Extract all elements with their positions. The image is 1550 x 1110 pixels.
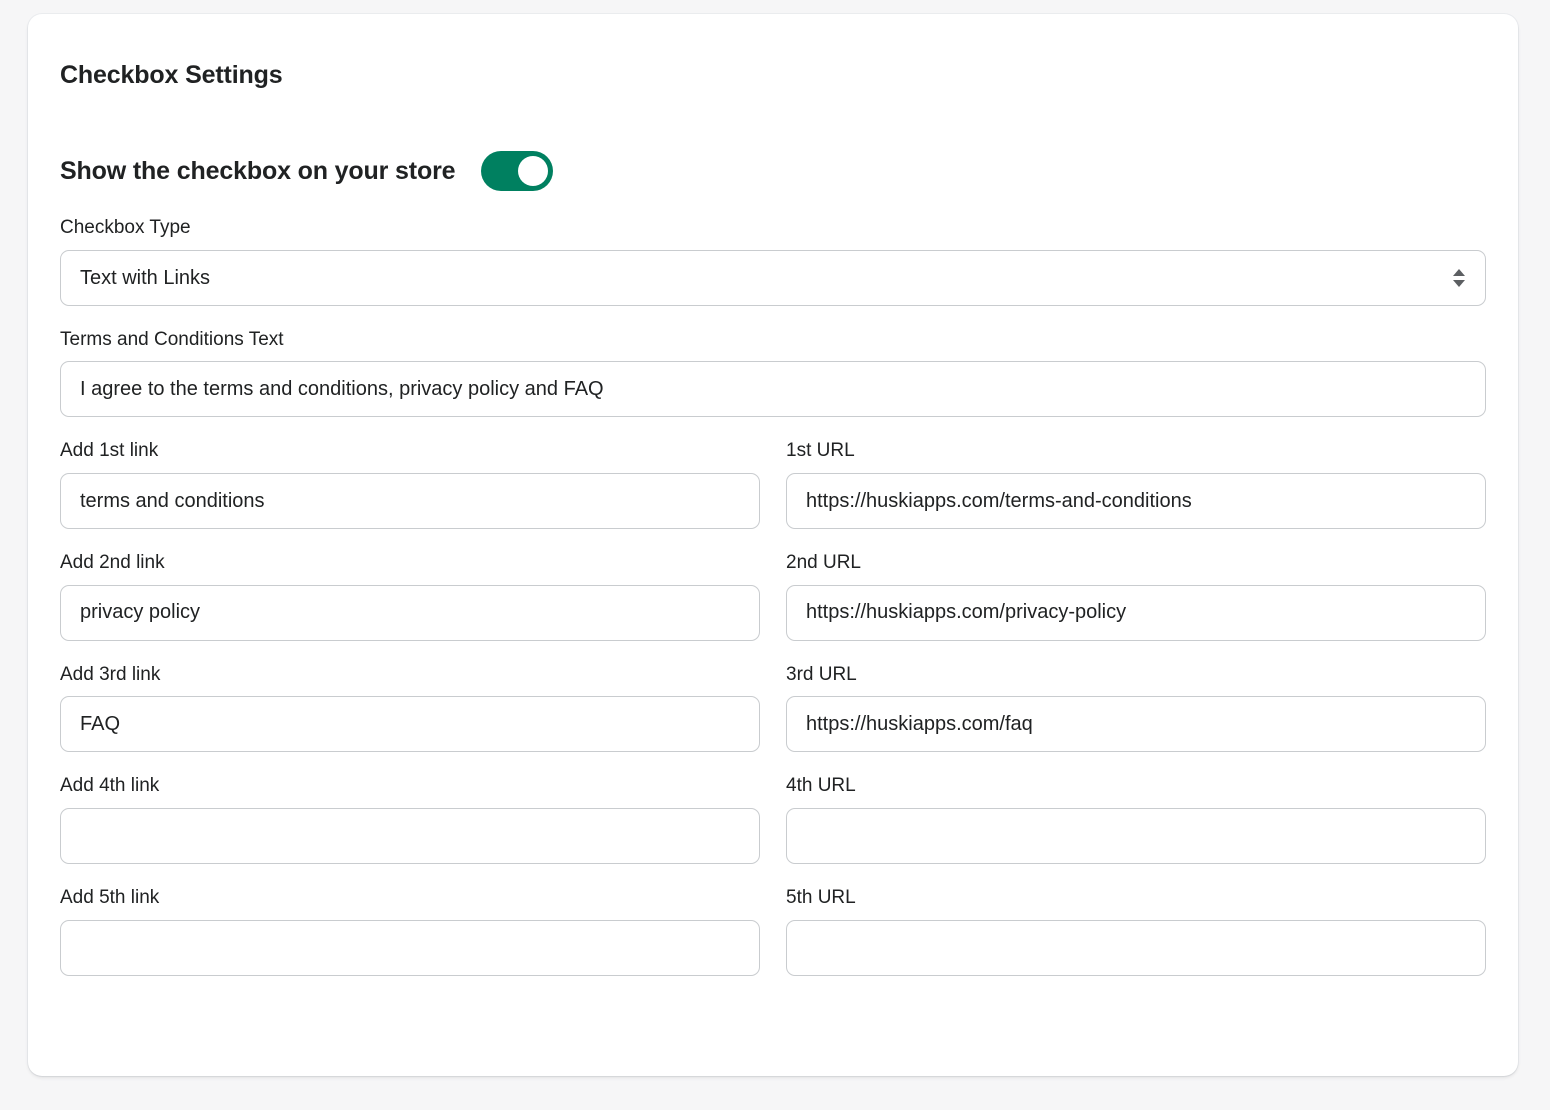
link-url-input[interactable] <box>786 919 1486 976</box>
link-row: Add 1st link 1st URL <box>60 439 1486 530</box>
checkbox-type-field: Checkbox Type Text with Links <box>60 216 1486 306</box>
checkbox-type-value: Text with Links <box>80 266 211 289</box>
page-root: Checkbox Settings Show the checkbox on y… <box>0 0 1550 1110</box>
link-url-input[interactable] <box>786 584 1486 641</box>
link-row: Add 5th link 5th URL <box>60 886 1486 976</box>
link-url-input[interactable] <box>786 808 1486 865</box>
link-url-input[interactable] <box>786 696 1486 753</box>
link-url-col: 1st URL <box>786 439 1486 530</box>
link-url-label: 5th URL <box>786 887 856 909</box>
link-text-input[interactable] <box>60 584 760 641</box>
link-text-label: Add 2nd link <box>60 552 165 574</box>
link-url-col: 4th URL <box>786 774 1486 865</box>
link-url-label: 1st URL <box>786 440 855 462</box>
show-checkbox-label: Show the checkbox on your store <box>60 157 456 185</box>
link-text-label: Add 3rd link <box>60 663 161 685</box>
link-url-col: 5th URL <box>786 886 1486 976</box>
checkbox-type-label: Checkbox Type <box>60 217 191 238</box>
link-text-label: Add 5th link <box>60 887 160 909</box>
link-text-col: Add 4th link <box>60 774 760 865</box>
link-row: Add 3rd link 3rd URL <box>60 663 1486 753</box>
link-url-label: 2nd URL <box>786 552 861 574</box>
checkbox-type-select[interactable]: Text with Links <box>60 249 1486 306</box>
show-checkbox-row: Show the checkbox on your store <box>60 150 1486 192</box>
link-text-col: Add 3rd link <box>60 663 760 753</box>
chevron-updown-icon <box>1453 268 1465 287</box>
link-text-input[interactable] <box>60 473 760 530</box>
link-url-label: 3rd URL <box>786 663 857 685</box>
link-url-label: 4th URL <box>786 775 856 797</box>
link-text-label: Add 1st link <box>60 440 159 462</box>
link-url-input[interactable] <box>786 473 1486 530</box>
toggle-knob <box>518 156 549 186</box>
link-text-input[interactable] <box>60 808 760 865</box>
link-row: Add 4th link 4th URL <box>60 774 1486 865</box>
link-url-col: 2nd URL <box>786 551 1486 641</box>
link-text-input[interactable] <box>60 696 760 753</box>
links-container: Add 1st link1st URLAdd 2nd link2nd URLAd… <box>60 439 1486 976</box>
checkbox-settings-card: Checkbox Settings Show the checkbox on y… <box>28 14 1518 1076</box>
link-url-col: 3rd URL <box>786 663 1486 753</box>
link-text-input[interactable] <box>60 919 760 976</box>
terms-text-field: Terms and Conditions Text <box>60 328 1486 418</box>
link-text-col: Add 2nd link <box>60 551 760 641</box>
terms-text-label: Terms and Conditions Text <box>60 328 284 350</box>
show-checkbox-toggle[interactable] <box>481 151 554 191</box>
link-text-label: Add 4th link <box>60 775 160 797</box>
terms-text-input[interactable] <box>60 361 1486 418</box>
page-title: Checkbox Settings <box>60 61 283 89</box>
link-text-col: Add 5th link <box>60 886 760 976</box>
link-row: Add 2nd link 2nd URL <box>60 551 1486 641</box>
link-text-col: Add 1st link <box>60 439 760 530</box>
